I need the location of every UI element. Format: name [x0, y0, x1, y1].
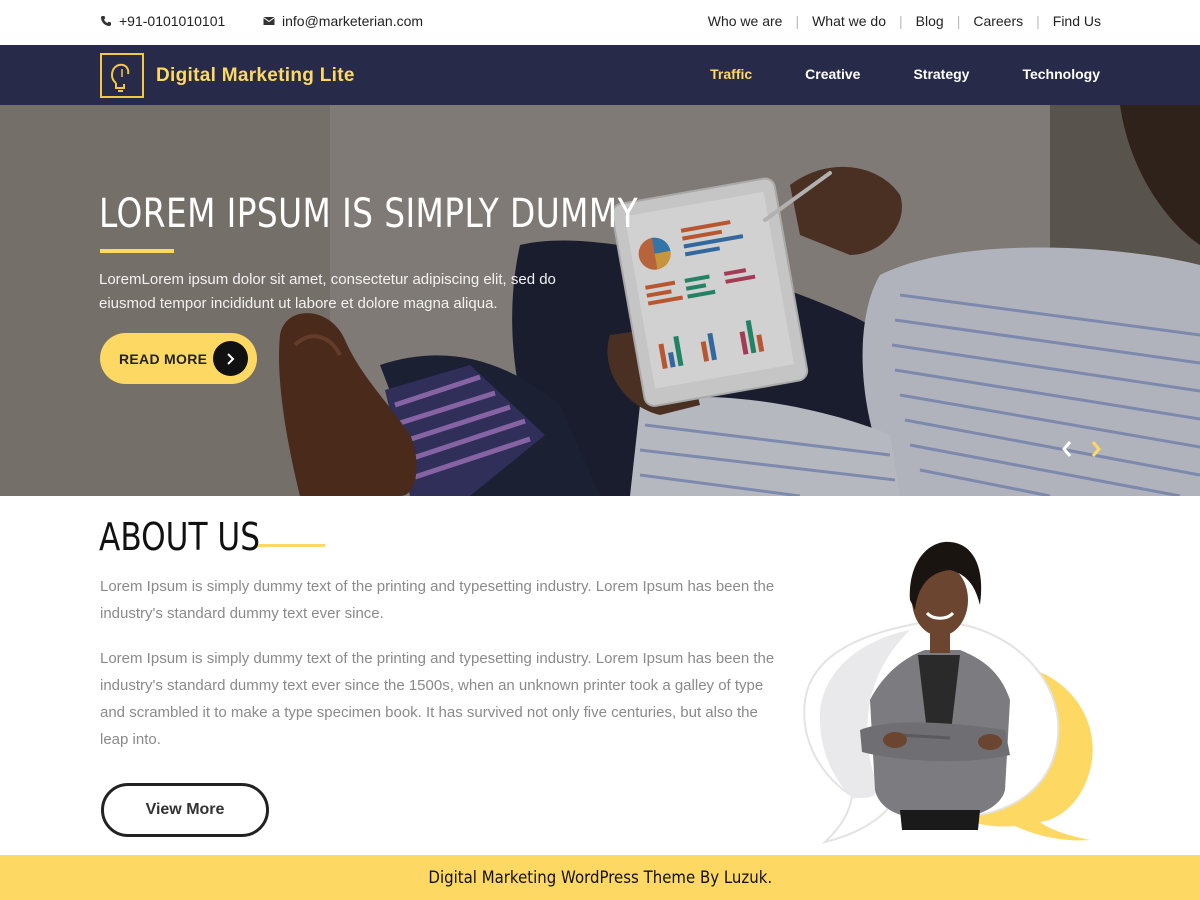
footer-bar: Digital Marketing WordPress Theme By Luz… — [0, 855, 1200, 900]
phone-contact[interactable]: +91-0101010101 — [100, 13, 225, 29]
divider: | — [795, 13, 800, 29]
email-contact[interactable]: info@marketerian.com — [263, 13, 423, 29]
slider-next-button[interactable] — [1089, 440, 1103, 458]
lightbulb-icon — [100, 53, 144, 98]
about-title: ABOUT US — [99, 515, 261, 559]
toplink-careers[interactable]: Careers — [973, 13, 1023, 29]
toplink-blog[interactable]: Blog — [916, 13, 944, 29]
hero-title-underline — [100, 249, 174, 253]
divider: | — [1036, 13, 1040, 29]
hero-title: LOREM IPSUM IS SIMPLY DUMMY — [99, 191, 639, 237]
top-bar: +91-0101010101 info@marketerian.com Who … — [0, 0, 1200, 45]
site-title: Digital Marketing Lite — [156, 64, 355, 86]
nav-item-traffic[interactable]: Traffic — [710, 66, 752, 82]
email-address: info@marketerian.com — [282, 13, 424, 29]
about-paragraph-2: Lorem Ipsum is simply dummy text of the … — [100, 650, 775, 748]
divider: | — [956, 13, 961, 29]
main-menu: Traffic Creative Strategy Technology — [710, 66, 1100, 82]
read-more-label: READ MORE — [119, 350, 208, 367]
hero-slider: LOREM IPSUM IS SIMPLY DUMMY LoremLorem i… — [0, 105, 1200, 496]
phone-number: +91-0101010101 — [119, 13, 226, 29]
slider-prev-button[interactable] — [1060, 440, 1074, 458]
top-links: Who we are | What we do | Blog | Careers… — [708, 13, 1101, 29]
about-title-underline — [258, 544, 325, 547]
toplink-what-we-do[interactable]: What we do — [812, 13, 886, 29]
view-more-button[interactable]: View More — [101, 783, 269, 837]
hero-description: LoremLorem ipsum dolor sit amet, consect… — [99, 271, 556, 312]
nav-item-creative[interactable]: Creative — [805, 66, 860, 82]
divider: | — [899, 13, 903, 29]
envelope-icon — [263, 17, 275, 25]
chevron-right-icon — [1091, 441, 1101, 457]
nav-item-strategy[interactable]: Strategy — [913, 66, 969, 82]
toplink-who-we-are[interactable]: Who we are — [708, 13, 783, 29]
main-navbar: Digital Marketing Lite Traffic Creative … — [0, 45, 1200, 105]
site-logo[interactable]: Digital Marketing Lite — [100, 53, 355, 98]
chevron-left-icon — [1062, 441, 1072, 457]
about-person-image — [803, 541, 1093, 844]
chevron-right-icon — [213, 341, 248, 376]
toplink-find-us[interactable]: Find Us — [1053, 13, 1101, 29]
phone-icon — [101, 16, 111, 26]
read-more-button[interactable]: READ MORE — [100, 333, 257, 384]
footer-credit[interactable]: Digital Marketing WordPress Theme By Luz… — [428, 868, 772, 888]
nav-item-technology[interactable]: Technology — [1022, 66, 1100, 82]
about-paragraph-1: Lorem Ipsum is simply dummy text of the … — [100, 578, 775, 622]
